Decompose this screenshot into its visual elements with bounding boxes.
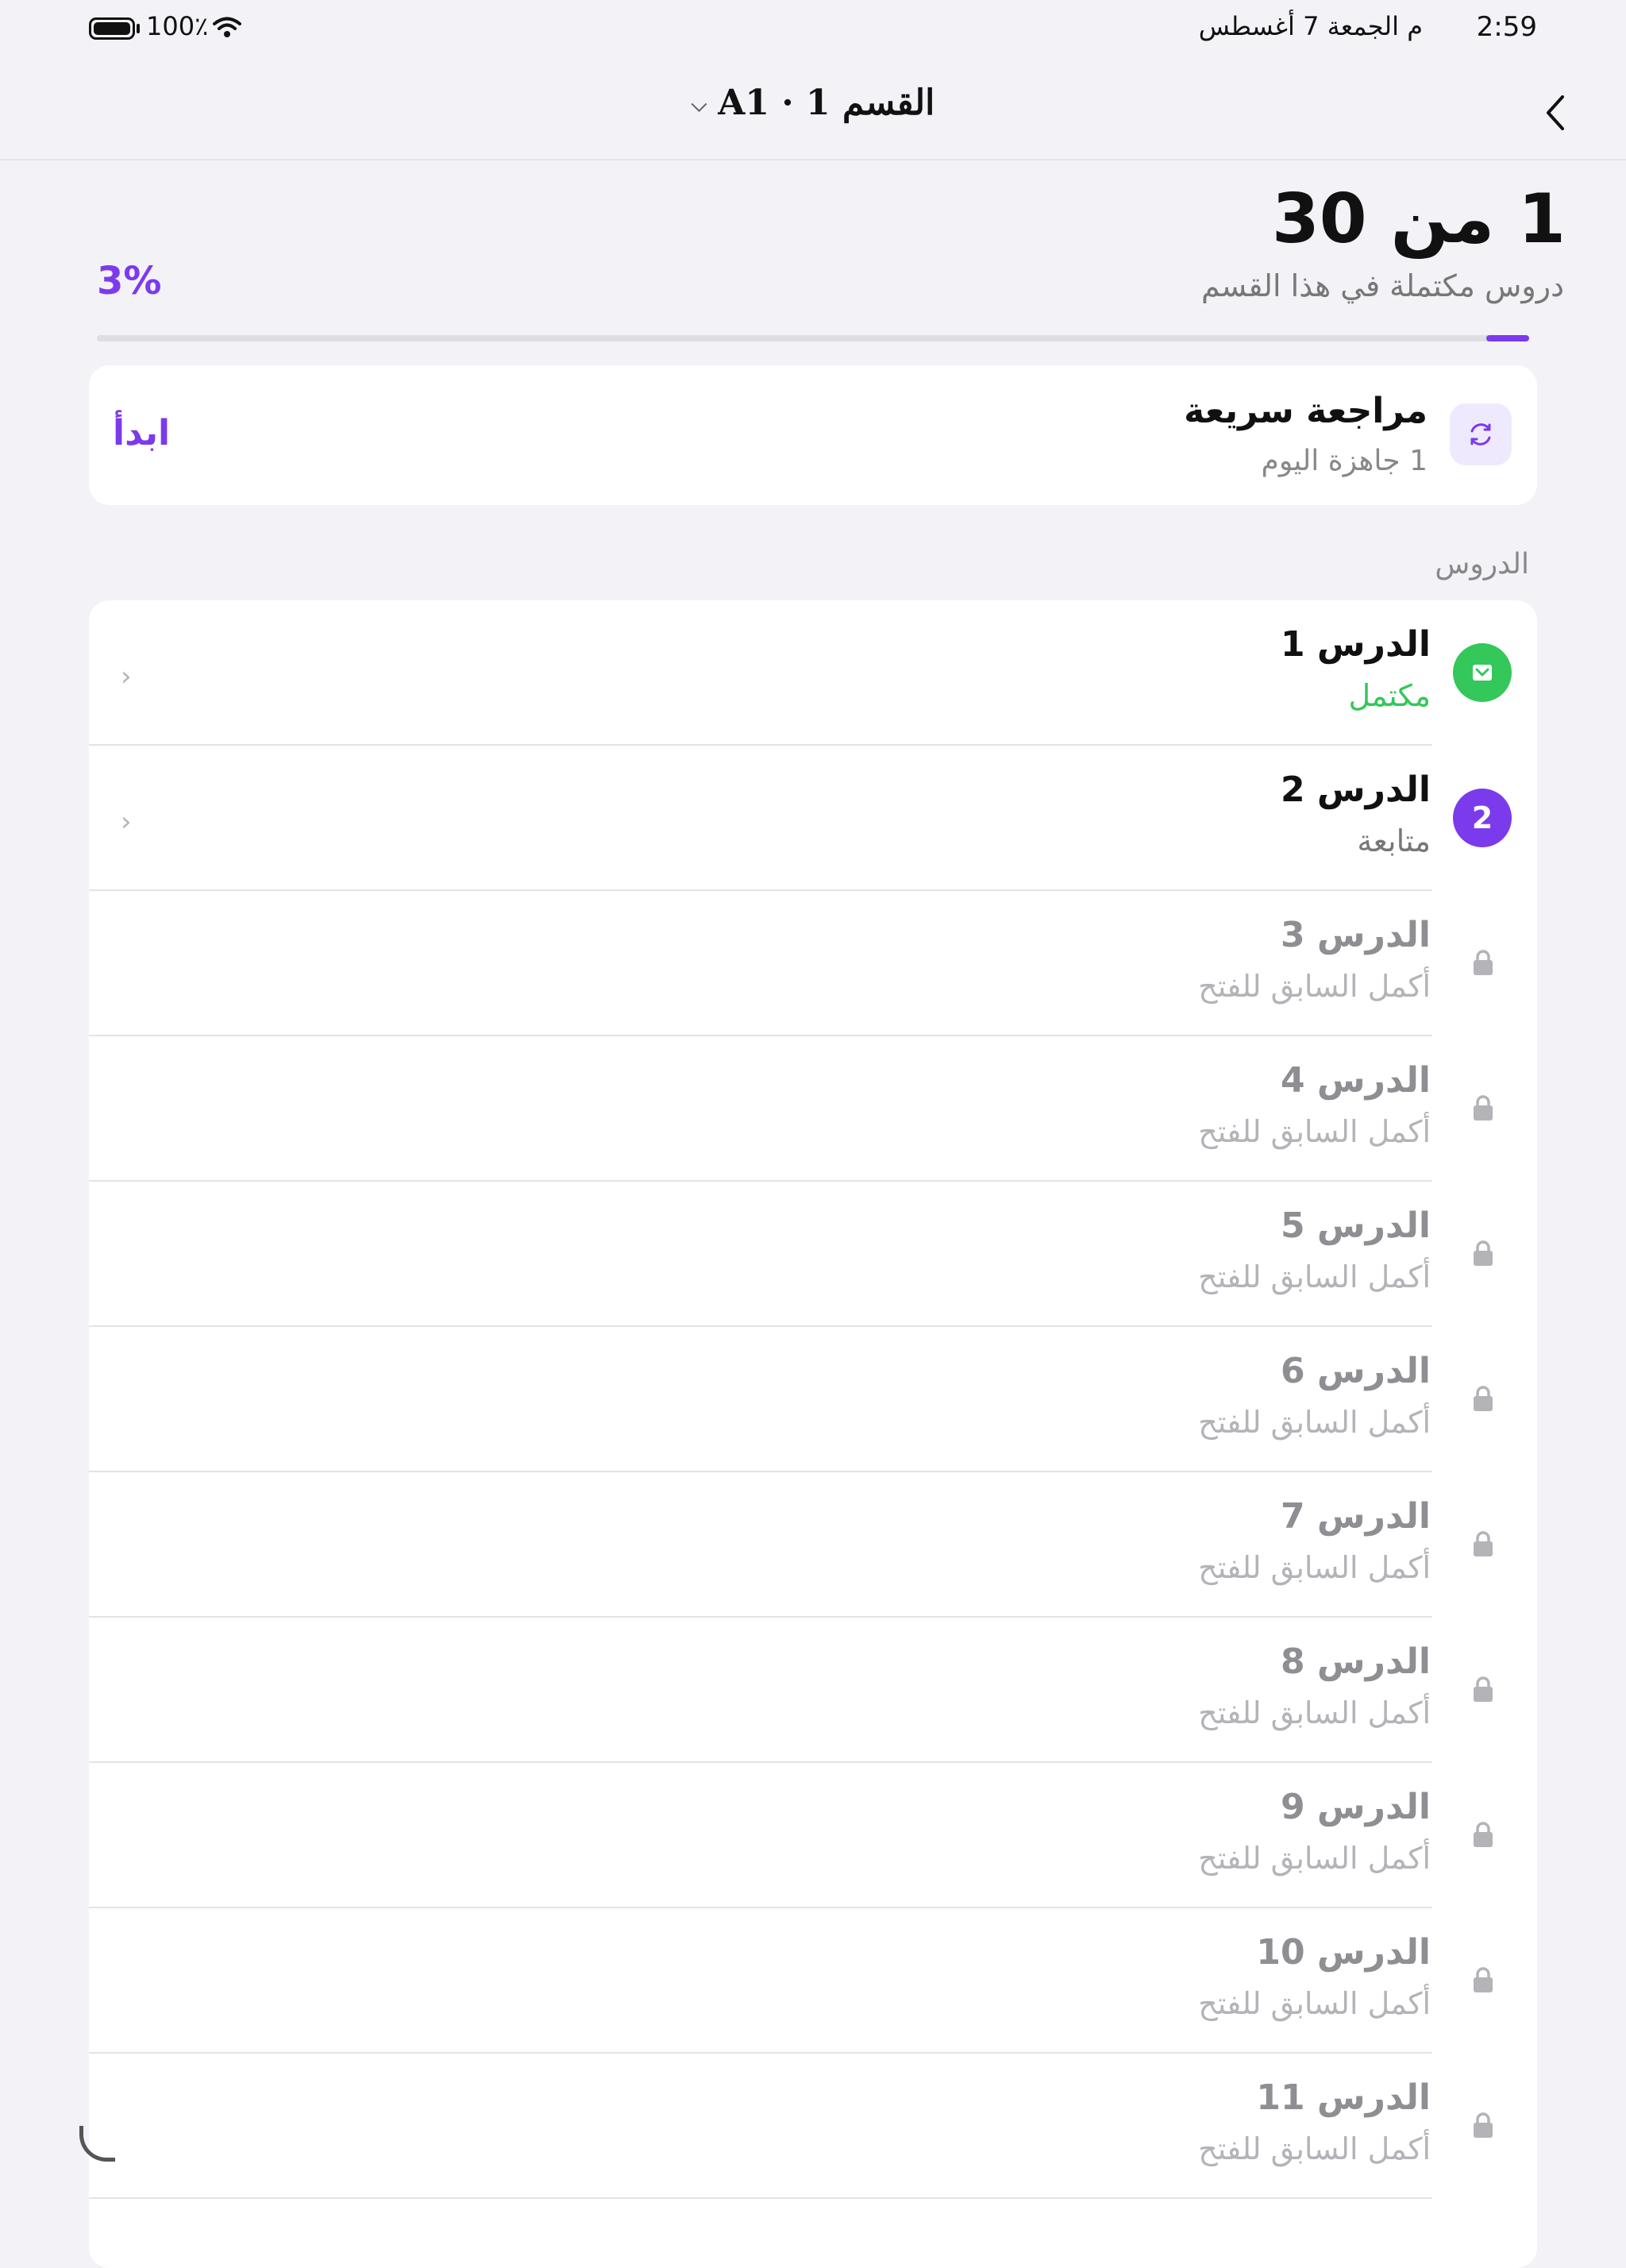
- lesson-row: الدرس 10 أكمل السابق للفتح: [89, 1908, 1537, 2054]
- lesson-row: الدرس 4 أكمل السابق للفتح: [89, 1036, 1537, 1182]
- chevron-right-icon: ›: [121, 806, 132, 838]
- lesson-status: أكمل السابق للفتح: [1198, 969, 1431, 1004]
- check-icon: [1453, 643, 1512, 702]
- lesson-row: الدرس 5 أكمل السابق للفتح: [89, 1182, 1537, 1327]
- lesson-row: الدرس 9 أكمل السابق للفتح: [89, 1763, 1537, 1908]
- battery-nub: [137, 24, 140, 33]
- status-date: م الجمعة 7 أغسطس: [1198, 11, 1423, 41]
- lesson-row: الدرس 7 أكمل السابق للفتح: [89, 1472, 1537, 1618]
- start-review-button[interactable]: ابدأ: [113, 413, 170, 453]
- progress-caption: دروس مكتملة في هذا القسم: [1201, 268, 1564, 303]
- lock-icon: [1474, 1822, 1493, 1847]
- lock-icon: [1474, 1676, 1493, 1702]
- lesson-title: الدرس 6: [1280, 1351, 1431, 1391]
- lesson-status: أكمل السابق للفتح: [1198, 1841, 1431, 1876]
- lock-icon: [1474, 2112, 1493, 2138]
- lesson-status: أكمل السابق للفتح: [1198, 1695, 1431, 1730]
- section-title-button[interactable]: القسم 1 · A1 ⌵: [0, 83, 1626, 123]
- lesson-title: الدرس 7: [1280, 1496, 1431, 1537]
- section-title: القسم 1 · A1: [718, 83, 935, 123]
- quick-review-card[interactable]: مراجعة سريعة 1 جاهزة اليوم ابدأ: [89, 365, 1537, 505]
- lesson-status: مكتمل: [1348, 678, 1431, 713]
- lesson-title: الدرس 5: [1280, 1205, 1431, 1246]
- wifi-icon: [213, 17, 241, 37]
- lesson-status: أكمل السابق للفتح: [1198, 1114, 1431, 1149]
- scroll-corner-indicator: [79, 2126, 115, 2162]
- nav-bar: القسم 1 · A1 ⌵: [0, 60, 1626, 160]
- lesson-title: الدرس 9: [1280, 1787, 1431, 1827]
- review-title: مراجعة سريعة: [1184, 391, 1428, 431]
- lock-icon: [1474, 1240, 1493, 1266]
- lock-icon: [1474, 1386, 1493, 1411]
- lesson-row: الدرس 11 أكمل السابق للفتح: [89, 2054, 1537, 2199]
- lesson-status: أكمل السابق للفتح: [1198, 1986, 1431, 2021]
- chevron-down-icon: ⌵: [691, 93, 707, 117]
- lessons-section-label: الدروس: [1435, 548, 1529, 580]
- row-divider: [89, 2197, 1432, 2199]
- lesson-number-badge: 2: [1453, 789, 1512, 847]
- lesson-status: متابعة: [1357, 824, 1431, 858]
- lock-icon: [1474, 1531, 1493, 1556]
- lesson-title: الدرس 3: [1280, 915, 1431, 955]
- review-subtitle: 1 جاهزة اليوم: [1261, 445, 1428, 477]
- lessons-list: الدرس 1 مكتمل › 2 الدرس 2 متابعة › الدرس 3 أكمل …: [89, 600, 1537, 2268]
- status-time: 2:59: [1476, 11, 1537, 43]
- lesson-title: الدرس 2: [1280, 770, 1431, 810]
- lesson-title: الدرس 10: [1256, 1932, 1431, 1973]
- progress-count: 1 من 30: [1271, 179, 1566, 259]
- battery-percent: 100٪: [146, 11, 209, 41]
- lesson-title: الدرس 8: [1280, 1641, 1431, 1682]
- lock-icon: [1474, 950, 1493, 975]
- progress-percent: 3%: [97, 259, 162, 303]
- lesson-row: الدرس 3 أكمل السابق للفتح: [89, 891, 1537, 1036]
- lesson-row[interactable]: الدرس 1 مكتمل ›: [89, 600, 1537, 746]
- progress-bar: [97, 335, 1529, 341]
- lesson-row: الدرس 8 أكمل السابق للفتح: [89, 1618, 1537, 1763]
- lesson-status: أكمل السابق للفتح: [1198, 1550, 1431, 1585]
- lesson-status: أكمل السابق للفتح: [1198, 1405, 1431, 1440]
- lesson-row[interactable]: 2 الدرس 2 متابعة ›: [89, 746, 1537, 891]
- refresh-icon: [1450, 403, 1512, 465]
- lesson-title: الدرس 1: [1280, 624, 1431, 665]
- status-bar: 2:59 م الجمعة 7 أغسطس 100٪: [0, 0, 1626, 60]
- lock-icon: [1474, 1095, 1493, 1120]
- lesson-row: الدرس 6 أكمل السابق للفتح: [89, 1327, 1537, 1472]
- lesson-status: أكمل السابق للفتح: [1198, 1259, 1431, 1294]
- chevron-right-icon: ›: [121, 661, 132, 692]
- progress-bar-fill: [1485, 335, 1529, 341]
- lesson-title: الدرس 11: [1256, 2077, 1431, 2118]
- lesson-status: أكمل السابق للفتح: [1198, 2131, 1431, 2166]
- lock-icon: [1474, 1967, 1493, 1992]
- battery-icon: [89, 17, 135, 40]
- lesson-title: الدرس 4: [1280, 1060, 1431, 1101]
